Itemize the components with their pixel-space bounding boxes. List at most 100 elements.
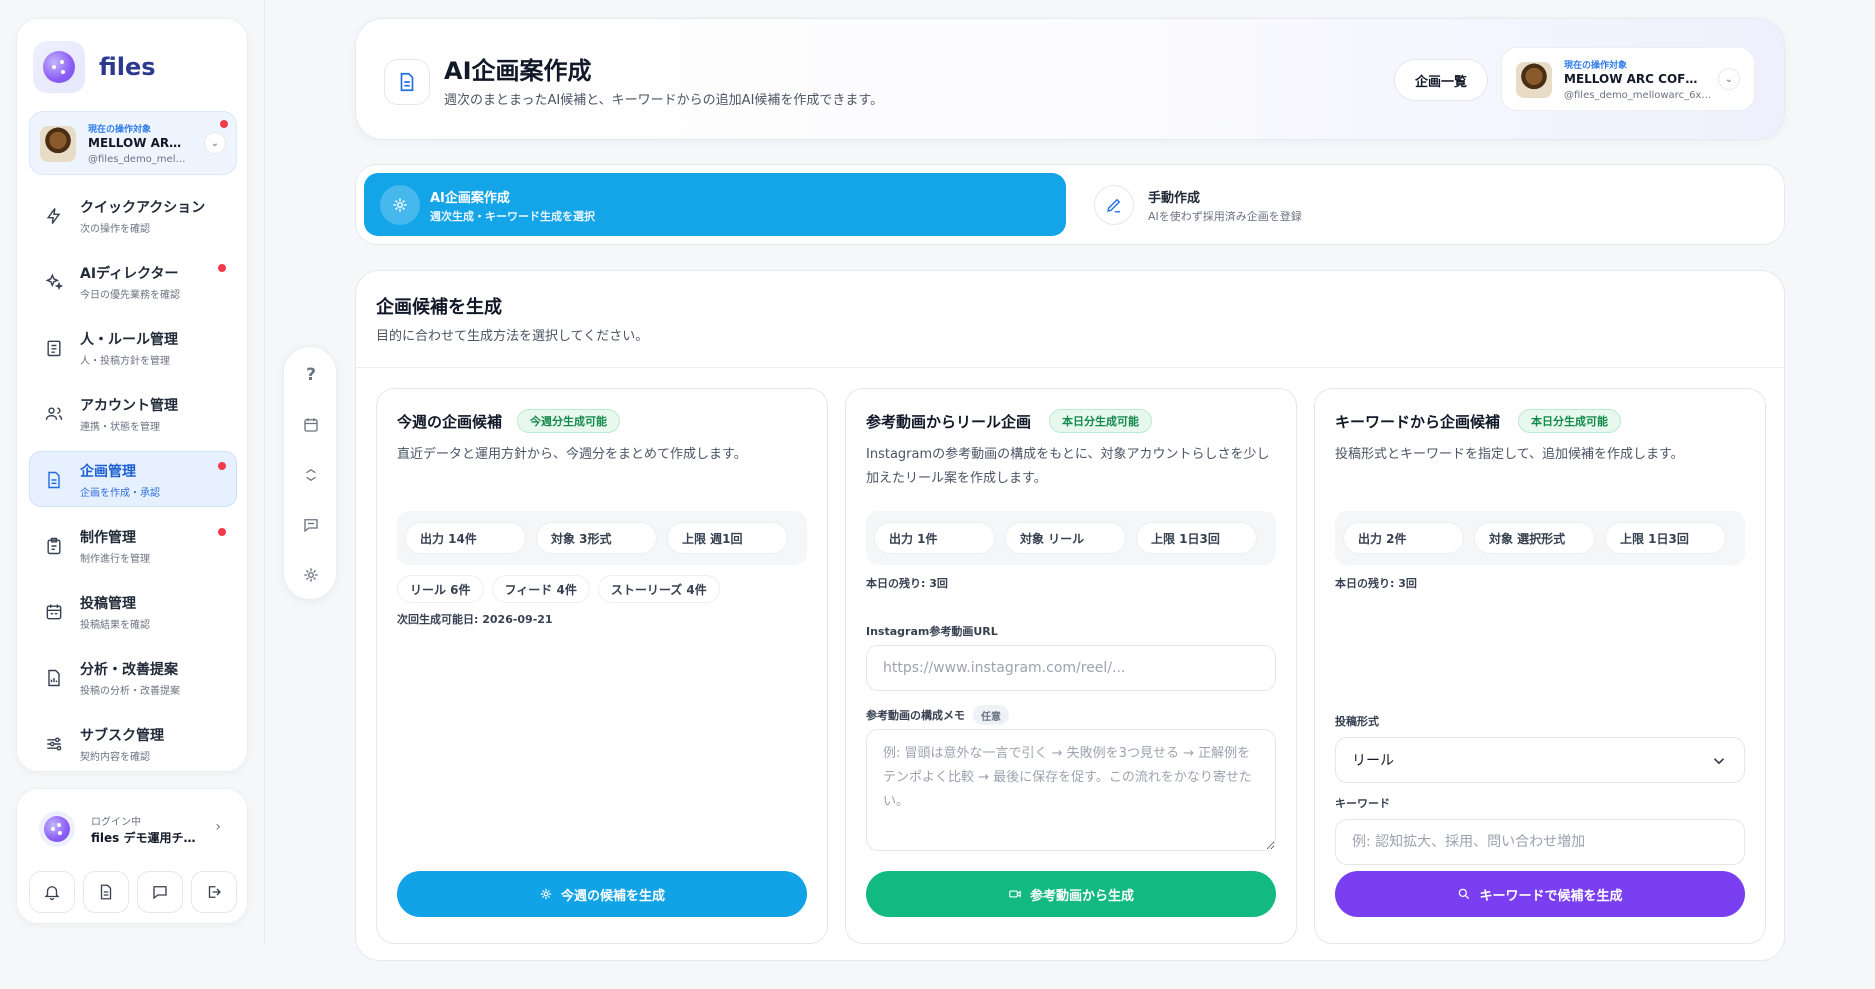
user-panel: ログイン中 files デモ運用チーム › [16,788,248,924]
keyword-label: キーワード [1335,795,1390,811]
button-label: キーワードで候補を生成 [1479,888,1623,904]
sidebar-item-title: 制作管理 [80,530,136,546]
reference-url-input[interactable] [866,645,1276,691]
video-icon [1009,890,1021,898]
target-name: MELLOW ARC COFFEE [88,136,186,150]
help-icon[interactable]: ? [299,363,323,387]
document-icon [384,59,430,105]
chip-feed: フィード 4件 [491,575,590,603]
sidebar-item-7[interactable]: 分析・改善提案 投稿の分析・改善提案 [29,649,237,705]
sliders-icon [47,737,62,751]
tab-manual-title: 手動作成 [1148,191,1201,206]
chat-icon[interactable] [137,871,183,913]
sidebar-item-title: 投稿管理 [80,596,136,612]
user-avatar[interactable] [39,811,75,847]
account-avatar [1516,62,1552,98]
stat-target: 対象 リール [1005,522,1126,554]
tab-ai-title: AI企画案作成 [430,191,510,206]
current-target-switcher[interactable]: 現在の操作対象 MELLOW ARC COFFEE @files_demo_me… [29,111,237,175]
status-badge: 本日分生成可能 [1049,409,1152,433]
generate-weekly-button[interactable]: 今週の候補を生成 [397,871,807,917]
remaining-count: 本日の残り: 3回 [866,577,948,590]
stat-target: 対象 選択形式 [1474,522,1595,554]
sidebar-item-6[interactable]: 投稿管理投稿結果を確認 [29,583,237,639]
structure-memo-textarea[interactable] [866,729,1276,851]
page-header: AI企画案作成 週次のまとまったAI候補と、キーワードからの追加AI候補を作成で… [355,18,1785,140]
logo-orb-icon [43,51,75,83]
weekly-card: 今週の企画候補 今週分生成可能 直近データと運用方針から、今週分をまとめて作成し… [376,388,828,944]
sidebar-item-1[interactable]: AIディレクター 今日の優先業務を確認 [29,253,237,309]
card-description: Instagramの参考動画の構成をもとに、対象アカウントらしさを少し加えたリー… [866,447,1270,486]
brand-logo [33,41,85,93]
sidebar-item-sub: 人・投稿方針を管理 [80,356,170,367]
chevron-down-icon[interactable]: ⌄ [204,132,226,154]
card-title: 今週の企画候補 [397,413,503,431]
button-label: 今週の候補を生成 [560,888,665,904]
logout-icon[interactable] [191,871,237,913]
sidebar-item-title: 企画管理 [80,464,136,480]
keyword-card: キーワードから企画候補 本日分生成可能 投稿形式とキーワードを指定して、追加候補… [1314,388,1766,944]
rulebook-icon [47,340,61,357]
plan-list-button[interactable]: 企画一覧 [1394,59,1488,101]
card-title: キーワードから企画候補 [1335,413,1501,431]
generate-panel: 企画候補を生成 目的に合わせて生成方法を選択してください。 今週の企画候補 今週… [355,270,1785,961]
format-label: 投稿形式 [1335,713,1379,729]
page-subtitle: 週次のまとまったAI候補と、キーワードからの追加AI候補を作成できます。 [444,93,884,108]
document-icon[interactable] [83,871,129,913]
ai-spark-icon [380,185,420,225]
sidebar-item-sub: 投稿結果を確認 [80,620,150,631]
post-format-select[interactable]: リール [1335,737,1745,783]
header-account-switcher[interactable]: 現在の操作対象 MELLOW ARC COFFEE @files_demo_me… [1501,47,1755,111]
tab-ai-plan[interactable]: AI企画案作成 週次生成・キーワード生成を選択 [364,173,1066,236]
ai-spark-icon[interactable] [299,563,323,587]
sidebar-item-2[interactable]: 人・ルール管理 人・投稿方針を管理 [29,319,237,375]
sidebar-item-sub: 企画を作成・承認 [80,488,160,499]
notification-dot [220,120,228,128]
section-subtitle: 目的に合わせて生成方法を選択してください。 [376,329,649,344]
card-title: 参考動画からリール企画 [866,413,1032,431]
optional-tag: 任意 [973,705,1009,725]
collapse-icon[interactable] [299,463,323,487]
sidebar-item-3[interactable]: アカウント管理 連携・状態を管理 [29,385,237,441]
keyword-input[interactable] [1335,819,1745,865]
target-caption: 現在の操作対象 [88,125,152,135]
user-name[interactable]: files デモ運用チーム [91,829,201,846]
calendar-icon [46,604,62,620]
brand[interactable]: files [33,41,156,93]
reference-video-card: 参考動画からリール企画 本日分生成可能 Instagramの参考動画の構成をもと… [845,388,1297,944]
clipboard-icon [47,537,61,555]
chevron-down-icon[interactable]: ⌄ [1718,68,1740,90]
sidebar-item-title: アカウント管理 [80,398,178,414]
bolt-icon [46,208,61,224]
target-handle: @files_demo_mellowarc_6x9q [1564,90,1714,101]
stat-output: 出力 1件 [874,522,995,554]
message-icon[interactable] [299,513,323,537]
sidebar-item-4[interactable]: 企画管理企画を作成・承認 [29,451,237,507]
mode-tabs: AI企画案作成 週次生成・キーワード生成を選択 手動作成 AIを使わず採用済み企… [355,164,1785,245]
tab-ai-sub: 週次生成・キーワード生成を選択 [430,210,595,223]
format-label-text: 投稿形式 [1335,715,1379,728]
stat-target: 対象 3形式 [536,522,657,554]
calendar-icon[interactable] [299,413,323,437]
sidebar-item-0[interactable]: クイックアクション 次の操作を確認 [29,187,237,243]
sidebar-item-8[interactable]: サブスク管理 契約内容を確認 [29,715,237,771]
chip-stories: ストーリーズ 4件 [597,575,720,603]
page-title: AI企画案作成 [444,57,592,85]
generate-by-keyword-button[interactable]: キーワードで候補を生成 [1335,871,1745,917]
sparkle-icon [45,273,64,291]
tab-manual[interactable]: 手動作成 AIを使わず採用済み企画を登録 [1088,173,1488,236]
generate-from-reference-button[interactable]: 参考動画から生成 [866,871,1276,917]
sidebar-item-title: サブスク管理 [80,728,164,744]
sidebar-item-title: 分析・改善提案 [80,662,178,678]
chevron-right-icon[interactable]: › [215,819,221,835]
status-badge: 今週分生成可能 [517,409,620,433]
bell-icon[interactable] [29,871,75,913]
memo-label-text: 参考動画の構成メモ [866,709,965,722]
stat-output: 出力 14件 [405,522,526,554]
sidebar-item-5[interactable]: 制作管理 制作進行を管理 [29,517,237,573]
remaining-count: 本日の残り: 3回 [1335,577,1417,590]
chevron-down-icon [1713,758,1725,765]
login-caption: ログイン中 [91,817,141,828]
sidebar-item-title: AIディレクター [80,266,179,282]
pencil-icon [1094,185,1134,225]
